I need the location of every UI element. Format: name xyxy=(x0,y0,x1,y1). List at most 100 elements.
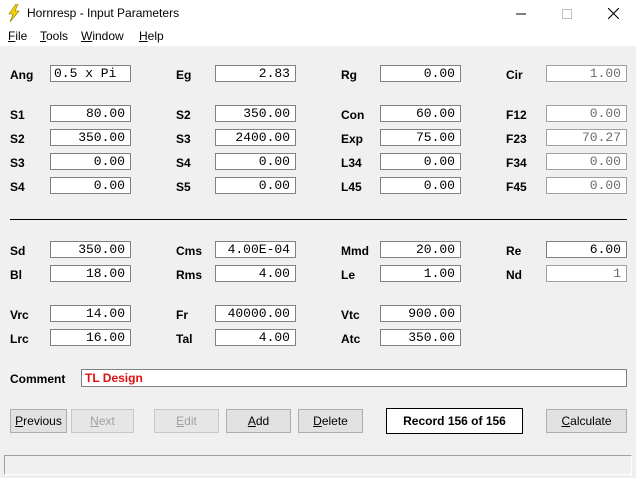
edit-accel: E xyxy=(176,414,185,428)
record-indicator: Record 156 of 156 xyxy=(386,408,523,434)
input-s3[interactable]: 0.00 xyxy=(50,153,131,170)
field-nd: 1 xyxy=(546,265,627,282)
menu-help-accel: H xyxy=(139,29,148,43)
label-s3: S3 xyxy=(10,156,25,170)
input-rg[interactable]: 0.00 xyxy=(380,65,461,82)
label-bl: Bl xyxy=(10,268,22,282)
window-title: Hornresp - Input Parameters xyxy=(27,6,180,20)
label-ang: Ang xyxy=(10,68,34,82)
input-le[interactable]: 1.00 xyxy=(380,265,461,282)
next-rest: ext xyxy=(98,414,115,428)
menu-window[interactable]: Window xyxy=(81,29,124,43)
label-s3-upper: S3 xyxy=(176,132,191,146)
next-button: Next xyxy=(71,409,134,433)
label-eg: Eg xyxy=(176,68,192,82)
input-con[interactable]: 60.00 xyxy=(380,105,461,122)
calculate-accel: C xyxy=(561,414,571,428)
section-divider xyxy=(10,219,627,220)
input-vrc[interactable]: 14.00 xyxy=(50,305,131,322)
label-nd: Nd xyxy=(506,268,522,282)
input-lrc[interactable]: 16.00 xyxy=(50,329,131,346)
maximize-icon xyxy=(562,8,572,19)
calculate-button[interactable]: Calculate xyxy=(546,409,627,433)
input-bl[interactable]: 18.00 xyxy=(50,265,131,282)
label-cir: Cir xyxy=(506,68,523,82)
label-con: Con xyxy=(341,108,365,122)
label-rms: Rms xyxy=(176,268,203,282)
label-cms: Cms xyxy=(176,244,203,258)
label-mmd: Mmd xyxy=(341,244,369,258)
delete-accel: D xyxy=(313,414,322,428)
label-s5: S5 xyxy=(176,180,191,194)
field-f45: 0.00 xyxy=(546,177,627,194)
menu-window-rest: indow xyxy=(92,29,124,43)
label-s2-upper: S2 xyxy=(176,108,191,122)
field-f34: 0.00 xyxy=(546,153,627,170)
previous-button[interactable]: Previous xyxy=(10,409,67,433)
input-exp[interactable]: 75.00 xyxy=(380,129,461,146)
menu-tools[interactable]: Tools xyxy=(40,29,68,43)
input-re[interactable]: 6.00 xyxy=(546,241,627,258)
minimize-icon xyxy=(516,13,526,15)
label-fr: Fr xyxy=(176,308,188,322)
field-cir: 1.00 xyxy=(546,65,627,82)
label-l34: L34 xyxy=(341,156,362,170)
input-fr[interactable]: 40000.00 xyxy=(215,305,296,322)
input-s5[interactable]: 0.00 xyxy=(215,177,296,194)
input-s4[interactable]: 0.00 xyxy=(50,177,131,194)
previous-rest: revious xyxy=(23,414,62,428)
input-s1[interactable]: 80.00 xyxy=(50,105,131,122)
title-bar: Hornresp - Input Parameters xyxy=(0,0,636,26)
add-button[interactable]: Add xyxy=(226,409,291,433)
delete-rest: elete xyxy=(321,414,348,428)
menu-bar: File Tools Window Help xyxy=(0,26,636,46)
label-vtc: Vtc xyxy=(341,308,360,322)
next-accel: N xyxy=(90,414,99,428)
input-cms[interactable]: 4.00E-04 xyxy=(215,241,296,258)
menu-help[interactable]: Help xyxy=(139,29,164,43)
label-rg: Rg xyxy=(341,68,357,82)
edit-rest: dit xyxy=(184,414,197,428)
input-eg[interactable]: 2.83 xyxy=(215,65,296,82)
label-s4-upper: S4 xyxy=(176,156,191,170)
lightning-bolt-icon xyxy=(8,4,20,22)
input-mmd[interactable]: 20.00 xyxy=(380,241,461,258)
label-s1: S1 xyxy=(10,108,25,122)
maximize-button xyxy=(544,0,590,26)
input-sd[interactable]: 350.00 xyxy=(50,241,131,258)
input-s4-upper[interactable]: 0.00 xyxy=(215,153,296,170)
edit-button: Edit xyxy=(154,409,219,433)
input-vtc[interactable]: 900.00 xyxy=(380,305,461,322)
label-s4: S4 xyxy=(10,180,25,194)
close-button[interactable] xyxy=(590,0,636,26)
input-ang[interactable]: 0.5 x Pi xyxy=(50,65,131,82)
add-accel: A xyxy=(247,414,256,428)
label-f45: F45 xyxy=(506,180,527,194)
label-exp: Exp xyxy=(341,132,364,146)
input-s3-upper[interactable]: 2400.00 xyxy=(215,129,296,146)
label-lrc: Lrc xyxy=(10,332,29,346)
field-f23: 70.27 xyxy=(546,129,627,146)
comment-input[interactable]: TL Design xyxy=(81,369,627,387)
minimize-button[interactable] xyxy=(498,0,544,26)
status-bar xyxy=(4,455,632,475)
label-l45: L45 xyxy=(341,180,362,194)
menu-tools-rest: ools xyxy=(46,29,69,43)
label-f12: F12 xyxy=(506,108,527,122)
add-rest: dd xyxy=(255,414,270,428)
label-tal: Tal xyxy=(176,332,193,346)
input-rms[interactable]: 4.00 xyxy=(215,265,296,282)
input-l34[interactable]: 0.00 xyxy=(380,153,461,170)
menu-file[interactable]: File xyxy=(8,29,27,43)
input-s2[interactable]: 350.00 xyxy=(50,129,131,146)
calculate-rest: alculate xyxy=(570,414,612,428)
input-l45[interactable]: 0.00 xyxy=(380,177,461,194)
input-tal[interactable]: 4.00 xyxy=(215,329,296,346)
label-re: Re xyxy=(506,244,522,258)
label-s2: S2 xyxy=(10,132,25,146)
menu-help-rest: elp xyxy=(147,29,164,43)
input-atc[interactable]: 350.00 xyxy=(380,329,461,346)
delete-button[interactable]: Delete xyxy=(298,409,363,433)
input-s2-upper[interactable]: 350.00 xyxy=(215,105,296,122)
menu-window-accel: W xyxy=(81,29,93,43)
